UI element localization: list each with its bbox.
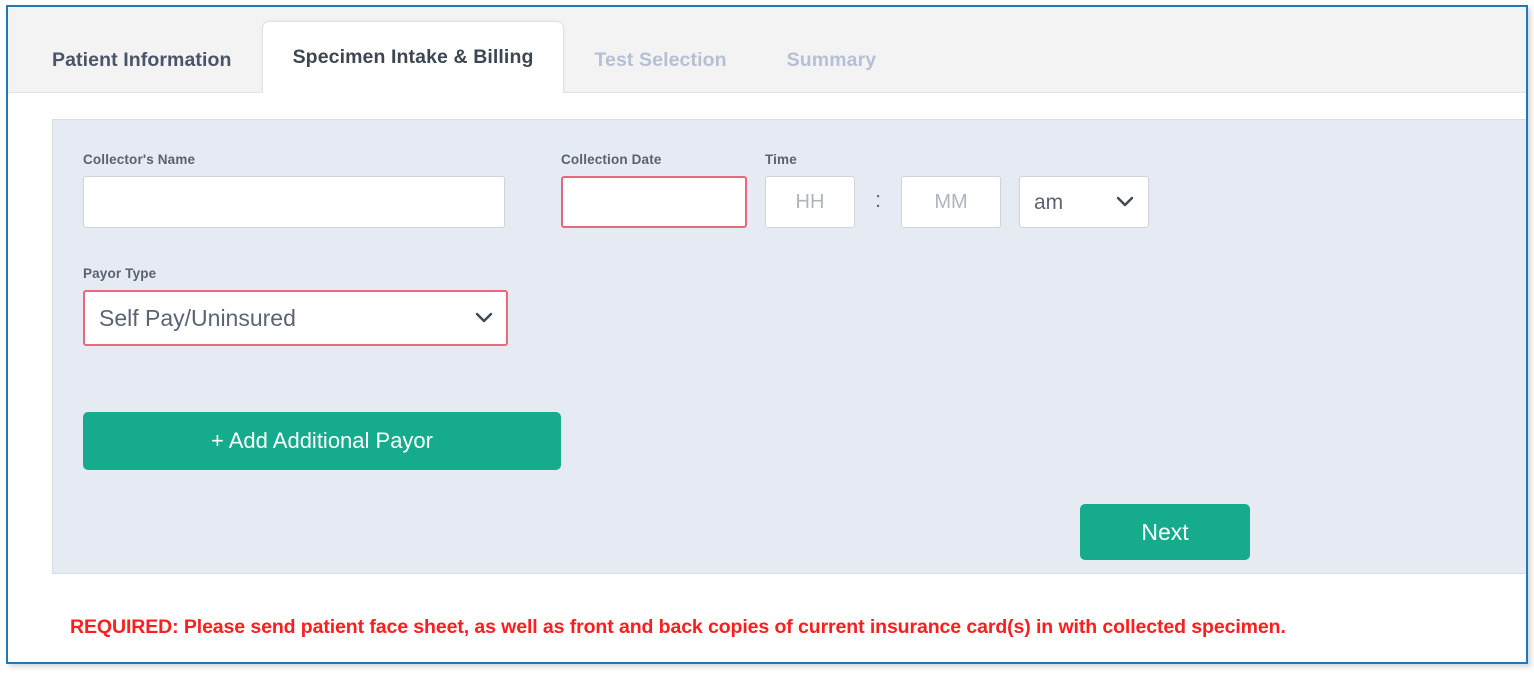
time-inputs-row: : am: [765, 176, 1149, 228]
form-row-collection: Collector's Name Collection Date Time :: [83, 152, 1528, 228]
next-button-row: Next: [83, 504, 1528, 560]
add-additional-payor-button[interactable]: + Add Additional Payor: [83, 412, 561, 470]
specimen-billing-form-panel: Collector's Name Collection Date Time :: [52, 119, 1528, 574]
collection-date-field-group: Collection Date: [561, 152, 747, 228]
collector-name-field-group: Collector's Name: [83, 152, 505, 228]
tab-summary[interactable]: Summary: [757, 28, 907, 92]
collector-name-label: Collector's Name: [83, 152, 505, 167]
payor-type-field-group: Payor Type Self Pay/Uninsured: [83, 266, 1528, 346]
time-field-group: Time : am: [765, 152, 1149, 228]
meridiem-select[interactable]: am: [1019, 176, 1149, 228]
time-separator: :: [855, 176, 901, 228]
tab-specimen-intake-billing[interactable]: Specimen Intake & Billing: [262, 21, 565, 93]
required-notice-text: REQUIRED: Please send patient face sheet…: [70, 616, 1526, 639]
screenshot-root: Patient Information Specimen Intake & Bi…: [0, 0, 1534, 674]
payor-type-select[interactable]: Self Pay/Uninsured: [83, 290, 508, 346]
time-label: Time: [765, 152, 1149, 167]
payor-type-select-wrapper: Self Pay/Uninsured: [83, 290, 508, 346]
time-hour-input[interactable]: [765, 176, 855, 228]
next-button[interactable]: Next: [1080, 504, 1250, 560]
payor-type-label: Payor Type: [83, 266, 1528, 281]
application-window: Patient Information Specimen Intake & Bi…: [6, 5, 1528, 664]
wizard-tab-bar: Patient Information Specimen Intake & Bi…: [8, 7, 1526, 93]
tab-test-selection[interactable]: Test Selection: [564, 28, 756, 92]
add-payor-row: + Add Additional Payor: [83, 404, 1528, 470]
time-minute-input[interactable]: [901, 176, 1001, 228]
tab-patient-information[interactable]: Patient Information: [22, 28, 262, 92]
row-spacer: [83, 228, 1528, 266]
tab-content-panel: Collector's Name Collection Date Time :: [8, 93, 1526, 664]
collection-date-input[interactable]: [561, 176, 747, 228]
collection-date-label: Collection Date: [561, 152, 747, 167]
meridiem-select-wrapper: am: [1019, 176, 1149, 228]
collector-name-input[interactable]: [83, 176, 505, 228]
